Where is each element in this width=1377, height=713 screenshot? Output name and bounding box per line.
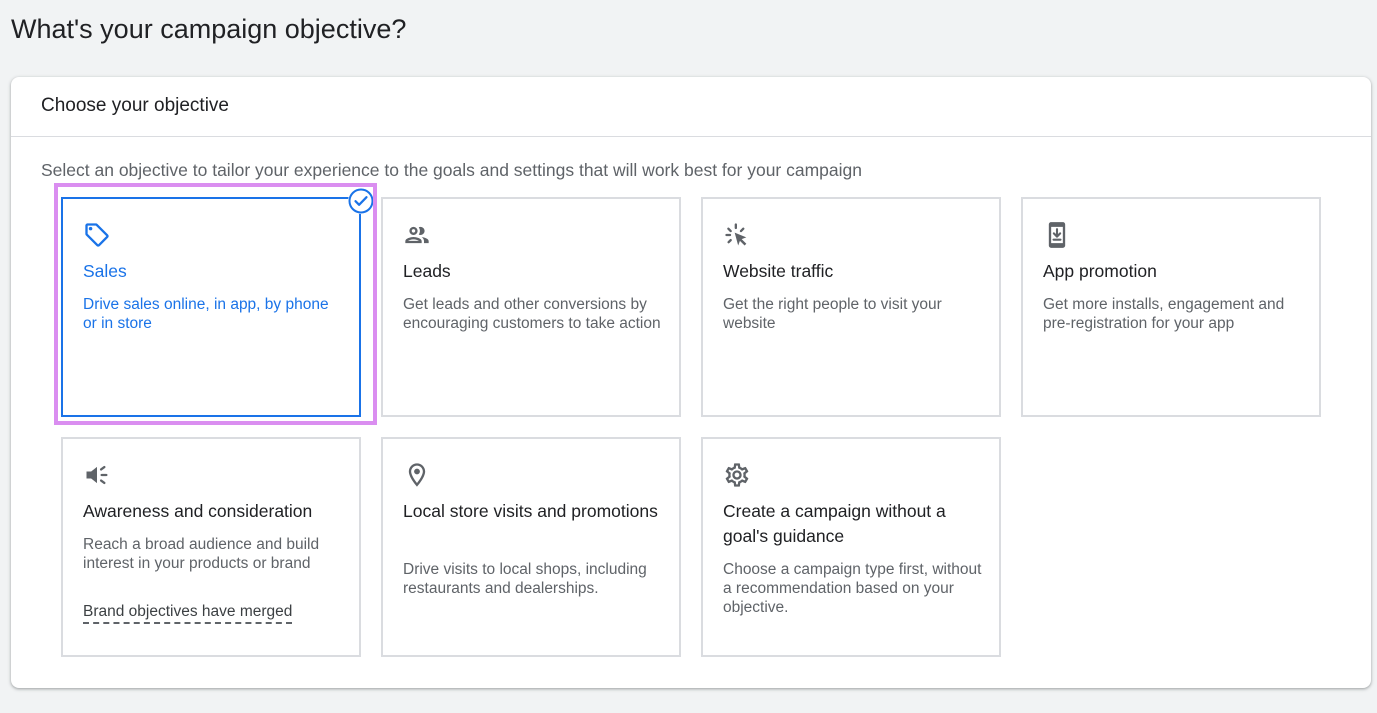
card-title: App promotion — [1043, 261, 1157, 281]
card-description: Get the right people to visit your websi… — [723, 296, 942, 332]
card-title: Leads — [403, 261, 451, 281]
card-description: Choose a campaign type first, without a … — [723, 561, 982, 616]
brand-objectives-merged-link[interactable]: Brand objectives have merged — [83, 602, 293, 624]
card-title: Sales — [83, 261, 127, 281]
people-icon — [405, 226, 429, 244]
card-description: Get leads and other conversions by encou… — [403, 296, 661, 332]
card-description: Get more installs, engagement and pre-re… — [1043, 296, 1285, 332]
panel-header-title: Choose your objective — [41, 94, 229, 116]
check-circle-icon — [348, 188, 374, 214]
megaphone-icon — [86, 465, 108, 485]
location-pin-icon — [408, 463, 426, 487]
card-description: Drive sales online, in app, by phone or … — [83, 296, 329, 332]
phone-download-icon — [1048, 222, 1066, 248]
card-title: Local store visits and promotions — [403, 501, 658, 521]
objective-card-website-traffic[interactable]: Website traffic Get the right people to … — [701, 197, 1001, 417]
objective-card-app-promotion[interactable]: App promotion Get more installs, engagem… — [1021, 197, 1321, 417]
card-title: Create a campaign without a goal's guida… — [723, 501, 946, 546]
page-title: What's your campaign objective? — [11, 14, 407, 44]
objective-panel: Choose your objective Select an objectiv… — [11, 77, 1371, 688]
card-description: Drive visits to local shops, including r… — [403, 561, 647, 597]
panel-description: Select an objective to tailor your exper… — [41, 160, 862, 180]
card-description: Reach a broad audience and build interes… — [83, 536, 320, 572]
objective-card-awareness[interactable]: Awareness and consideration Reach a broa… — [61, 437, 361, 657]
tag-icon — [85, 223, 109, 247]
panel-header: Choose your objective — [11, 77, 1371, 137]
gear-icon — [725, 463, 749, 487]
card-title: Website traffic — [723, 261, 834, 281]
cursor-click-icon — [725, 223, 747, 246]
objective-card-sales[interactable]: Sales Drive sales online, in app, by pho… — [61, 188, 374, 417]
objective-card-local-store[interactable]: Local store visits and promotions Drive … — [381, 437, 681, 657]
card-title: Awareness and consideration — [83, 501, 313, 521]
objective-card-leads[interactable]: Leads Get leads and other conversions by… — [381, 197, 681, 417]
objective-card-no-guidance[interactable]: Create a campaign without a goal's guida… — [701, 437, 1001, 657]
